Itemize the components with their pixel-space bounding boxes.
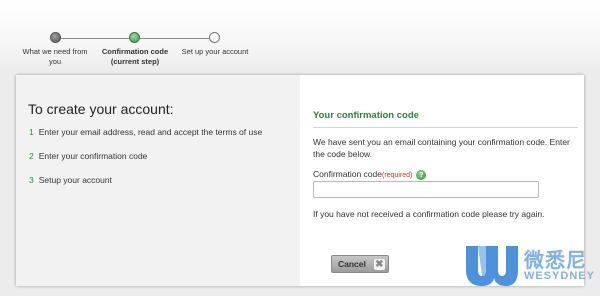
close-icon: ✖ xyxy=(373,258,385,270)
step-done-dot xyxy=(50,32,61,43)
logo-text-en: WESYDNEY xyxy=(524,270,595,282)
step-label-3: Set up your account xyxy=(181,47,249,56)
cancel-button[interactable]: Cancel ✖ xyxy=(331,255,389,273)
progress-connector-2 xyxy=(140,38,212,39)
step-label-1: What we need from you xyxy=(22,47,88,66)
instruction-item: 2 Enter your confirmation code xyxy=(29,151,148,161)
instructions-panel: To create your account: 1 Enter your emai… xyxy=(16,75,300,286)
wesydney-logo: 微悉尼 WESYDNEY xyxy=(462,240,594,292)
confirmation-intro: We have sent you an email containing you… xyxy=(313,137,570,159)
step-todo-dot xyxy=(209,32,220,43)
retry-message: If you have not received a confirmation … xyxy=(313,209,545,219)
logo-text-cn: 微悉尼 xyxy=(524,250,587,272)
progress-steps: What we need from you Confirmation code … xyxy=(0,0,300,70)
title-divider xyxy=(313,127,578,128)
instruction-item: 1 Enter your email address, read and acce… xyxy=(29,127,263,137)
step-current-dot xyxy=(129,32,140,43)
progress-connector-1 xyxy=(56,38,135,39)
help-icon[interactable]: ? xyxy=(416,169,427,180)
wesydney-logo-mark xyxy=(466,246,518,286)
instruction-item: 3 Setup your account xyxy=(29,175,112,185)
confirmation-code-input[interactable] xyxy=(313,181,539,198)
instructions-title: To create your account: xyxy=(28,101,174,117)
instructions-list: 1 Enter your email address, read and acce… xyxy=(29,127,262,199)
step-label-2: Confirmation code (current step) xyxy=(101,47,169,66)
confirmation-title: Your confirmation code xyxy=(313,110,419,121)
required-marker: (required) xyxy=(381,172,413,179)
confirmation-code-label: Confirmation code(required)? xyxy=(313,169,427,180)
